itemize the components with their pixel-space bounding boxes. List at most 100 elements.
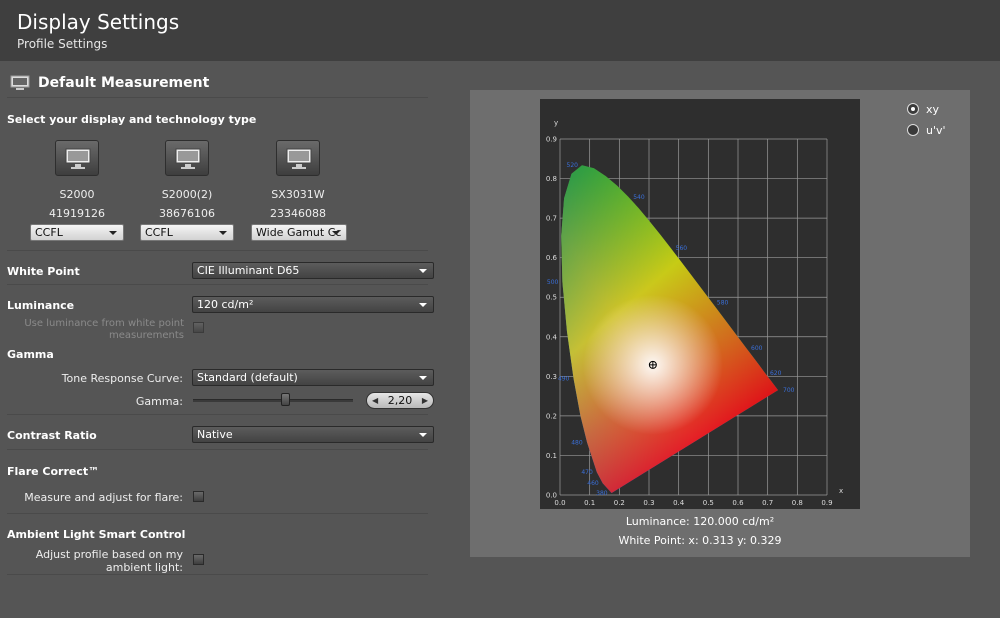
display-card-3[interactable]: SX3031W 23346088 <box>243 140 353 220</box>
divider <box>7 513 428 514</box>
x-tick-label: 0.8 <box>792 499 803 507</box>
display-serial: 41919126 <box>49 207 105 220</box>
y-axis-label: y <box>554 119 558 127</box>
gamma-stepper[interactable]: ◀ 2,20 ▶ <box>366 392 434 409</box>
x-axis-label: x <box>839 487 843 495</box>
wavelength-label: 500 <box>547 279 559 286</box>
chevron-left-icon[interactable]: ◀ <box>372 393 378 408</box>
tech-select-1[interactable]: CCFL <box>30 224 124 241</box>
tech-select-2[interactable]: CCFL <box>140 224 234 241</box>
monitor-icon <box>55 140 99 176</box>
luminance-value: 120 cd/m² <box>197 298 254 311</box>
gamut-horseshoe <box>561 165 778 493</box>
flare-label: Flare Correct™ <box>7 465 100 478</box>
uv-radio[interactable] <box>907 124 919 136</box>
chevron-down-icon <box>419 269 427 273</box>
tech-select-3[interactable]: Wide Gamut Cc <box>251 224 347 241</box>
display-select-label: Select your display and technology type <box>7 113 257 126</box>
chevron-down-icon <box>109 231 117 235</box>
display-name: S2000 <box>59 188 95 201</box>
gamut-white-fill <box>561 165 778 493</box>
white-point-select[interactable]: CIE Illuminant D65 <box>192 262 434 279</box>
settings-panel: Default Measurement Select your display … <box>0 61 440 618</box>
tech-select-value: CCFL <box>35 226 63 239</box>
luminance-readout: Luminance: 120.000 cd/m² <box>625 515 775 528</box>
contrast-label: Contrast Ratio <box>7 429 97 442</box>
title-bar: Display Settings Profile Settings <box>0 0 1000 61</box>
y-tick-label: 0.1 <box>546 452 557 460</box>
chevron-down-icon <box>219 231 227 235</box>
gamma-value: 2,20 <box>387 394 413 407</box>
y-tick-label: 0.4 <box>546 333 558 341</box>
section-title: Default Measurement <box>38 75 210 91</box>
chevron-down-icon <box>419 303 427 307</box>
display-card-1[interactable]: S2000 41919126 <box>22 140 132 220</box>
y-tick-label: 0.9 <box>546 136 557 144</box>
chromaticity-chart: 0.0 0.1 0.2 0.3 0.4 0.5 0.6 0.7 0.8 0.9 0.0 0.1 0.2 0… <box>546 119 843 507</box>
wavelength-label: 700 <box>783 387 795 394</box>
gamma-slider[interactable] <box>193 399 353 402</box>
luminance-select[interactable]: 120 cd/m² <box>192 296 434 313</box>
flare-option-label: Measure and adjust for flare: <box>24 491 183 504</box>
display-card-2[interactable]: S2000(2) 38676106 <box>132 140 242 220</box>
x-tick-label: 0.6 <box>732 499 744 507</box>
wavelength-label: 580 <box>717 299 729 306</box>
divider <box>7 414 428 415</box>
xy-radio-label: xy <box>926 103 940 116</box>
display-name: SX3031W <box>271 188 325 201</box>
monitor-icon <box>10 75 30 91</box>
trc-label: Tone Response Curve: <box>61 372 183 385</box>
y-tick-label: 0.3 <box>546 373 557 381</box>
luminance-label: Luminance <box>7 299 75 312</box>
chevron-right-icon[interactable]: ▶ <box>422 393 428 408</box>
x-tick-label: 0.3 <box>643 499 654 507</box>
white-point-value: CIE Illuminant D65 <box>197 264 300 277</box>
wavelength-label: 540 <box>633 194 645 201</box>
x-tick-label: 0.0 <box>554 499 565 507</box>
uv-radio-label: u'v' <box>926 124 946 137</box>
y-tick-label: 0.0 <box>546 492 557 500</box>
display-serial: 38676106 <box>159 207 215 220</box>
divider <box>7 284 428 285</box>
trc-select[interactable]: Standard (default) <box>192 369 434 386</box>
wavelength-label: 490 <box>558 375 570 382</box>
white-point-readout: White Point: x: 0.313 y: 0.329 <box>618 534 782 547</box>
y-tick-label: 0.6 <box>546 254 558 262</box>
monitor-icon <box>276 140 320 176</box>
divider <box>7 250 428 251</box>
trc-value: Standard (default) <box>197 371 298 384</box>
y-tick-label: 0.5 <box>546 294 557 302</box>
monitor-icon <box>165 140 209 176</box>
wavelength-label: 460 <box>587 480 599 487</box>
display-name: S2000(2) <box>161 188 213 201</box>
wavelength-label: 600 <box>751 345 763 352</box>
chart-panel: 0.0 0.1 0.2 0.3 0.4 0.5 0.6 0.7 0.8 0.9 0.0 0.1 0.2 0… <box>470 90 970 557</box>
contrast-select[interactable]: Native <box>192 426 434 443</box>
x-tick-label: 0.4 <box>673 499 685 507</box>
x-tick-label: 0.9 <box>821 499 832 507</box>
ambient-option-label: Adjust profile based on my ambient light… <box>35 548 183 574</box>
x-tick-label: 0.2 <box>614 499 625 507</box>
x-tick-label: 0.5 <box>703 499 714 507</box>
luminance-option-label: Use luminance from white point measureme… <box>24 318 184 341</box>
contrast-value: Native <box>197 428 233 441</box>
chevron-down-icon <box>332 231 340 235</box>
chromaticity-plot: 0.0 0.1 0.2 0.3 0.4 0.5 0.6 0.7 0.8 0.9 0.0 0.1 0.2 0… <box>540 99 860 509</box>
tech-select-value: Wide Gamut Cc <box>256 226 342 239</box>
divider <box>7 449 428 450</box>
ambient-label: Ambient Light Smart Control <box>7 528 186 541</box>
window-title: Display Settings <box>17 10 180 34</box>
y-tick-label: 0.2 <box>546 412 557 420</box>
ambient-checkbox[interactable] <box>193 554 204 565</box>
wavelength-label: 470 <box>581 469 593 476</box>
xy-radio[interactable] <box>907 103 919 115</box>
x-tick-label: 0.1 <box>584 499 595 507</box>
divider <box>7 97 428 98</box>
wavelength-label: 380 <box>596 490 608 497</box>
luminance-option-checkbox[interactable] <box>193 322 204 333</box>
gamma-slider-label: Gamma: <box>135 395 183 408</box>
chevron-down-icon <box>419 433 427 437</box>
gamma-slider-thumb[interactable] <box>280 393 290 406</box>
wavelength-label: 480 <box>571 439 583 446</box>
flare-checkbox[interactable] <box>193 491 204 502</box>
